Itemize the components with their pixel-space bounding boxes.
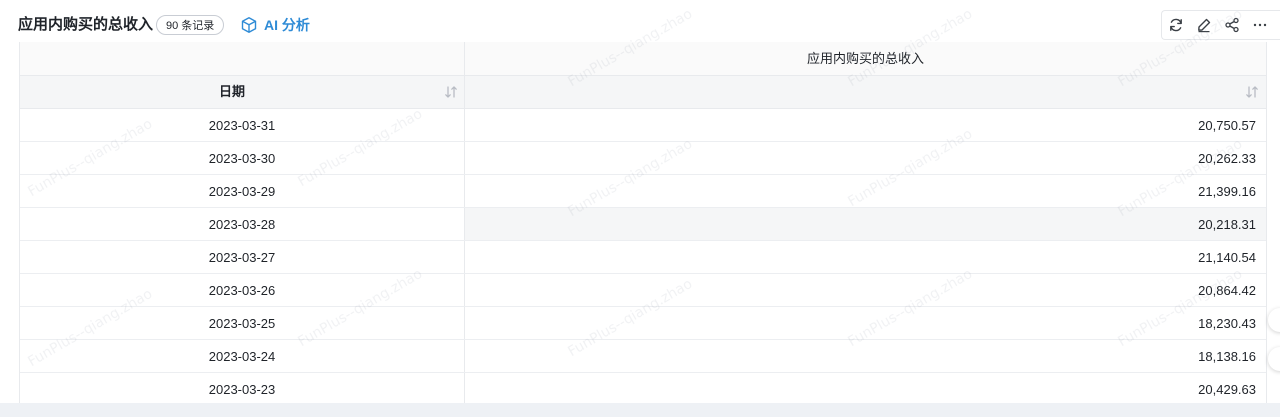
revenue-cell: 20,262.33 — [1198, 151, 1256, 166]
table-row[interactable]: 2023-03-31 20,750.57 — [20, 109, 1266, 142]
date-cell: 2023-03-23 — [20, 373, 465, 403]
card-title: 应用内购买的总收入 — [18, 16, 154, 33]
revenue-cell: 18,138.16 — [1198, 349, 1256, 364]
date-cell: 2023-03-29 — [20, 175, 465, 207]
card-toolbar — [1161, 10, 1280, 40]
pivot-table: 应用内购买的总收入 日期 2023-03-31 20,750.57 2023-0… — [19, 42, 1267, 403]
revenue-cell: 20,750.57 — [1198, 118, 1256, 133]
table-row[interactable]: 2023-03-25 18,230.43 — [20, 307, 1266, 340]
sort-icon[interactable] — [1245, 85, 1259, 99]
record-count-badge: 90 条记录 — [156, 15, 225, 35]
more-icon — [1252, 17, 1268, 33]
share-icon — [1224, 17, 1240, 33]
revenue-cell: 20,864.42 — [1198, 283, 1256, 298]
date-column-label: 日期 — [218, 84, 245, 99]
card-header: 应用内购买的总收入 90 条记录 AI 分析 — [0, 0, 1280, 42]
table-row[interactable]: 2023-03-27 21,140.54 — [20, 241, 1266, 274]
value-column-header[interactable] — [465, 76, 1266, 108]
date-cell: 2023-03-30 — [20, 142, 465, 174]
sort-icon[interactable] — [444, 85, 458, 99]
value-group-header: 应用内购买的总收入 — [806, 51, 924, 66]
table-row[interactable]: 2023-03-28 20,218.31 — [20, 208, 1266, 241]
table-row[interactable]: 2023-03-23 20,429.63 — [20, 373, 1266, 403]
table-column-header-row: 日期 — [20, 76, 1266, 109]
date-column-header[interactable]: 日期 — [20, 76, 465, 108]
ai-analysis-label: AI 分析 — [264, 17, 310, 33]
table-row[interactable]: 2023-03-24 18,138.16 — [20, 340, 1266, 373]
refresh-button[interactable] — [1162, 12, 1190, 38]
date-cell: 2023-03-31 — [20, 109, 465, 141]
date-cell: 2023-03-28 — [20, 208, 465, 240]
table-group-header-row: 应用内购买的总收入 — [20, 42, 1266, 76]
date-cell: 2023-03-25 — [20, 307, 465, 339]
table-body: 2023-03-31 20,750.57 2023-03-30 20,262.33 20… — [20, 109, 1266, 403]
cube-icon — [240, 16, 258, 34]
more-button[interactable] — [1246, 12, 1274, 38]
revenue-cell: 20,218.31 — [465, 208, 1266, 240]
date-cell: 2023-03-27 — [20, 241, 465, 273]
revenue-cell: 20,429.63 — [1198, 382, 1256, 397]
date-cell: 2023-03-26 — [20, 274, 465, 306]
revenue-cell: 18,230.43 — [1198, 316, 1256, 331]
share-button[interactable] — [1218, 12, 1246, 38]
table-row[interactable]: 2023-03-26 20,864.42 — [20, 274, 1266, 307]
ai-analysis-button[interactable]: AI 分析 — [240, 14, 310, 36]
table-card: 应用内购买的总收入 90 条记录 AI 分析 应用内购买的总收入 日期 2023… — [0, 0, 1280, 403]
edit-button[interactable] — [1190, 12, 1218, 38]
table-row[interactable]: 2023-03-30 20,262.33 — [20, 142, 1266, 175]
date-cell: 2023-03-24 — [20, 340, 465, 372]
revenue-cell: 21,399.16 — [1198, 184, 1256, 199]
table-row[interactable]: 2023-03-29 21,399.16 — [20, 175, 1266, 208]
edit-icon — [1196, 17, 1212, 33]
table-corner-cell — [20, 42, 465, 75]
revenue-cell: 21,140.54 — [1198, 250, 1256, 265]
refresh-icon — [1168, 17, 1184, 33]
